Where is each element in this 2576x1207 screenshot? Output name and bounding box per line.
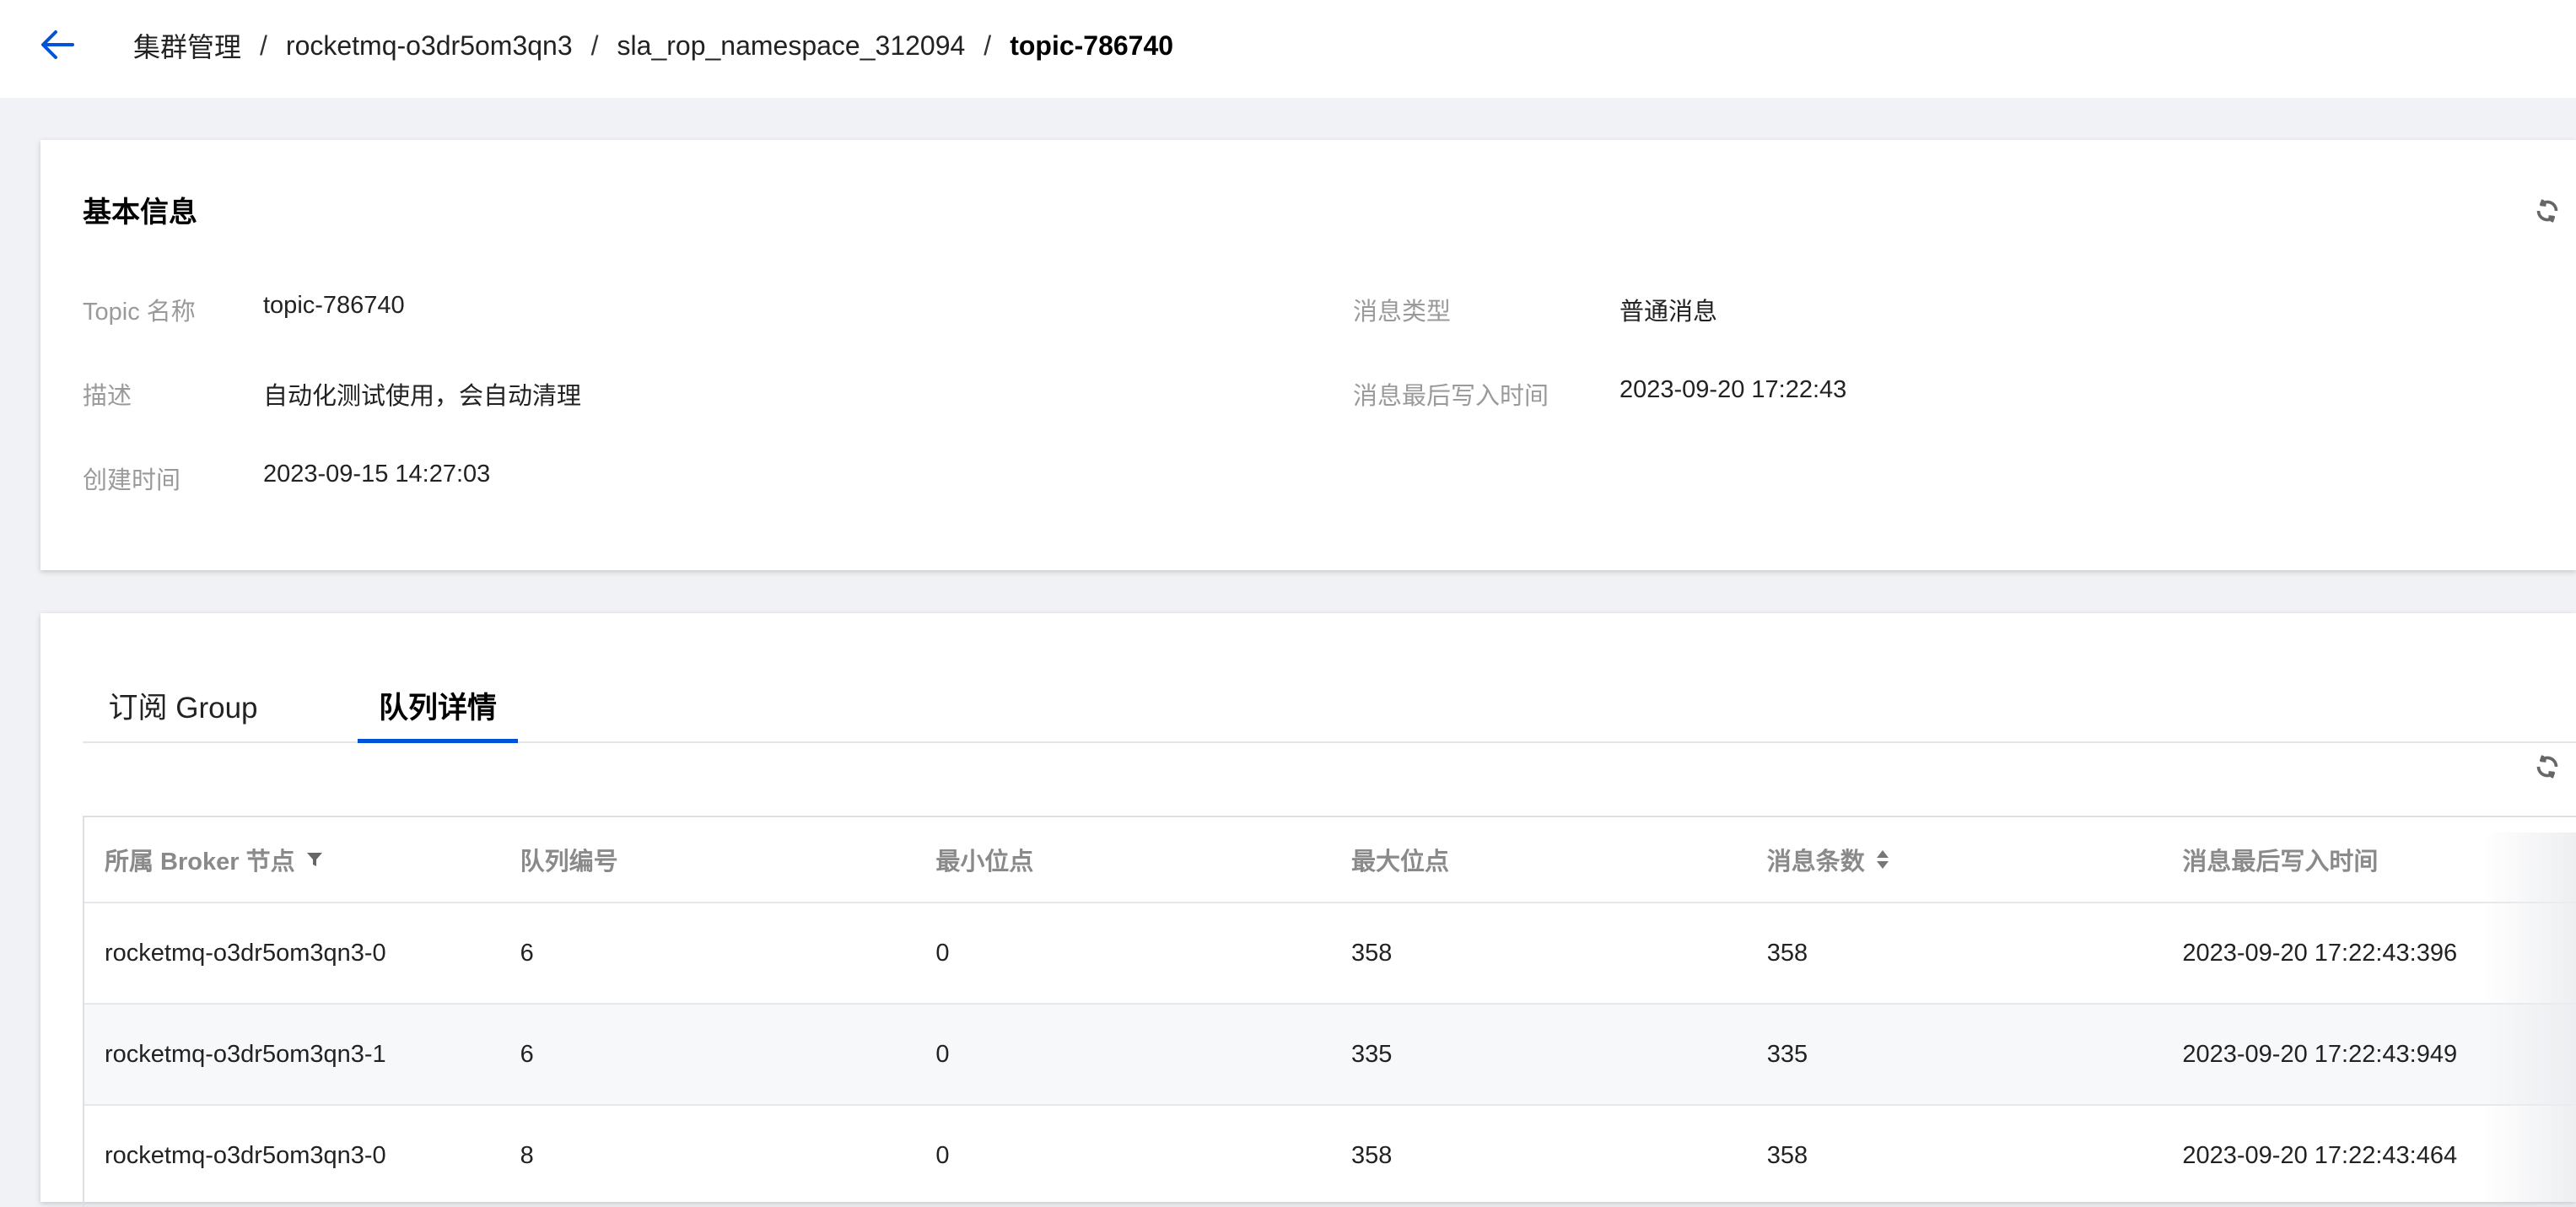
cell-last-write-time: 2023-09-20 17:22:43:464 [2182,1141,2458,1169]
breadcrumb-namespace[interactable]: sla_rop_namespace_312094 [617,30,966,62]
created-time-value: 2023-09-15 14:27:03 [263,461,491,488]
sort-icon[interactable] [1875,849,1890,870]
column-header-min-offset: 最小位点 [935,849,1034,876]
top-bar: 集群管理 / rocketmq-o3dr5om3qn3 / sla_rop_na… [0,0,2576,98]
topic-name-label: Topic 名称 [83,299,196,326]
cell-queue-id: 6 [520,1040,534,1068]
breadcrumb-separator: / [590,30,599,61]
breadcrumb: 集群管理 / rocketmq-o3dr5om3qn3 / sla_rop_na… [133,25,1173,66]
cell-queue-id: 8 [520,1141,534,1169]
cell-min-offset: 0 [935,1141,950,1169]
cell-message-count: 358 [1766,1141,1808,1169]
cell-max-offset: 335 [1351,1040,1393,1068]
last-write-time-value: 2023-09-20 17:22:43 [1619,376,1847,403]
back-button[interactable] [34,24,81,66]
cell-min-offset: 0 [935,1040,950,1068]
cell-message-count: 358 [1766,939,1808,967]
filter-icon[interactable] [305,850,324,869]
column-header-max-offset: 最大位点 [1351,849,1450,876]
tab-bar: 订阅 Group 队列详情 [83,660,2576,743]
table-row: rocketmq-o3dr5om3qn3-0 8 0 358 358 2023-… [84,1106,2576,1207]
active-tab-indicator [358,739,518,743]
table-header-row: 所属 Broker 节点 队列编号 最小位点 最大位点 消息条数 消息最后写入时… [84,817,2576,903]
basic-info-card: 基本信息 Topic 名称 topic-786740 描述 自动化测试使用，会自… [40,140,2576,570]
cell-last-write-time: 2023-09-20 17:22:43:949 [2182,1040,2458,1068]
message-type-value: 普通消息 [1619,299,1718,326]
topic-name-value: topic-786740 [263,292,405,319]
column-header-broker: 所属 Broker 节点 [84,817,500,902]
cell-last-write-time: 2023-09-20 17:22:43:396 [2182,939,2458,967]
created-time-label: 创建时间 [83,467,181,494]
tab-subscription-group[interactable]: 订阅 Group [103,671,263,740]
breadcrumb-separator: / [260,30,267,61]
breadcrumb-cluster[interactable]: rocketmq-o3dr5om3qn3 [286,30,573,62]
refresh-icon[interactable] [2529,192,2566,229]
message-type-label: 消息类型 [1353,299,1452,326]
cell-broker: rocketmq-o3dr5om3qn3-0 [105,939,386,967]
last-write-time-label: 消息最后写入时间 [1353,383,1549,410]
queue-table: 所属 Broker 节点 队列编号 最小位点 最大位点 消息条数 消息最后写入时… [83,816,2576,1207]
cell-queue-id: 6 [520,939,534,967]
queue-card: 订阅 Group 队列详情 所属 Broker 节点 队列编号 最小位点 最大位… [40,613,2576,1207]
column-header-label: 消息条数 [1766,849,1865,876]
column-header-last-write-time: 消息最后写入时间 [2182,849,2379,876]
basic-info-title: 基本信息 [83,197,197,229]
description-value: 自动化测试使用，会自动清理 [263,383,582,410]
table-row: rocketmq-o3dr5om3qn3-1 6 0 335 335 2023-… [84,1005,2576,1106]
table-row: rocketmq-o3dr5om3qn3-0 6 0 358 358 2023-… [84,903,2576,1005]
tab-queue-details[interactable]: 队列详情 [358,671,518,740]
column-header-label: 所属 Broker 节点 [105,849,295,876]
breadcrumb-current-topic: topic-786740 [1010,30,1174,61]
refresh-icon[interactable] [2529,748,2566,785]
description-label: 描述 [83,383,132,410]
cell-broker: rocketmq-o3dr5om3qn3-0 [105,1141,386,1169]
cell-broker: rocketmq-o3dr5om3qn3-1 [105,1040,386,1068]
cell-max-offset: 358 [1351,939,1393,967]
breadcrumb-separator: / [984,30,992,61]
column-header-message-count: 消息条数 [1747,817,2163,902]
breadcrumb-cluster-management[interactable]: 集群管理 [133,26,241,65]
column-header-queue-id: 队列编号 [520,849,618,876]
cell-min-offset: 0 [935,939,950,967]
cell-max-offset: 358 [1351,1141,1393,1169]
arrow-left-icon [41,30,74,59]
cell-message-count: 335 [1766,1040,1808,1068]
